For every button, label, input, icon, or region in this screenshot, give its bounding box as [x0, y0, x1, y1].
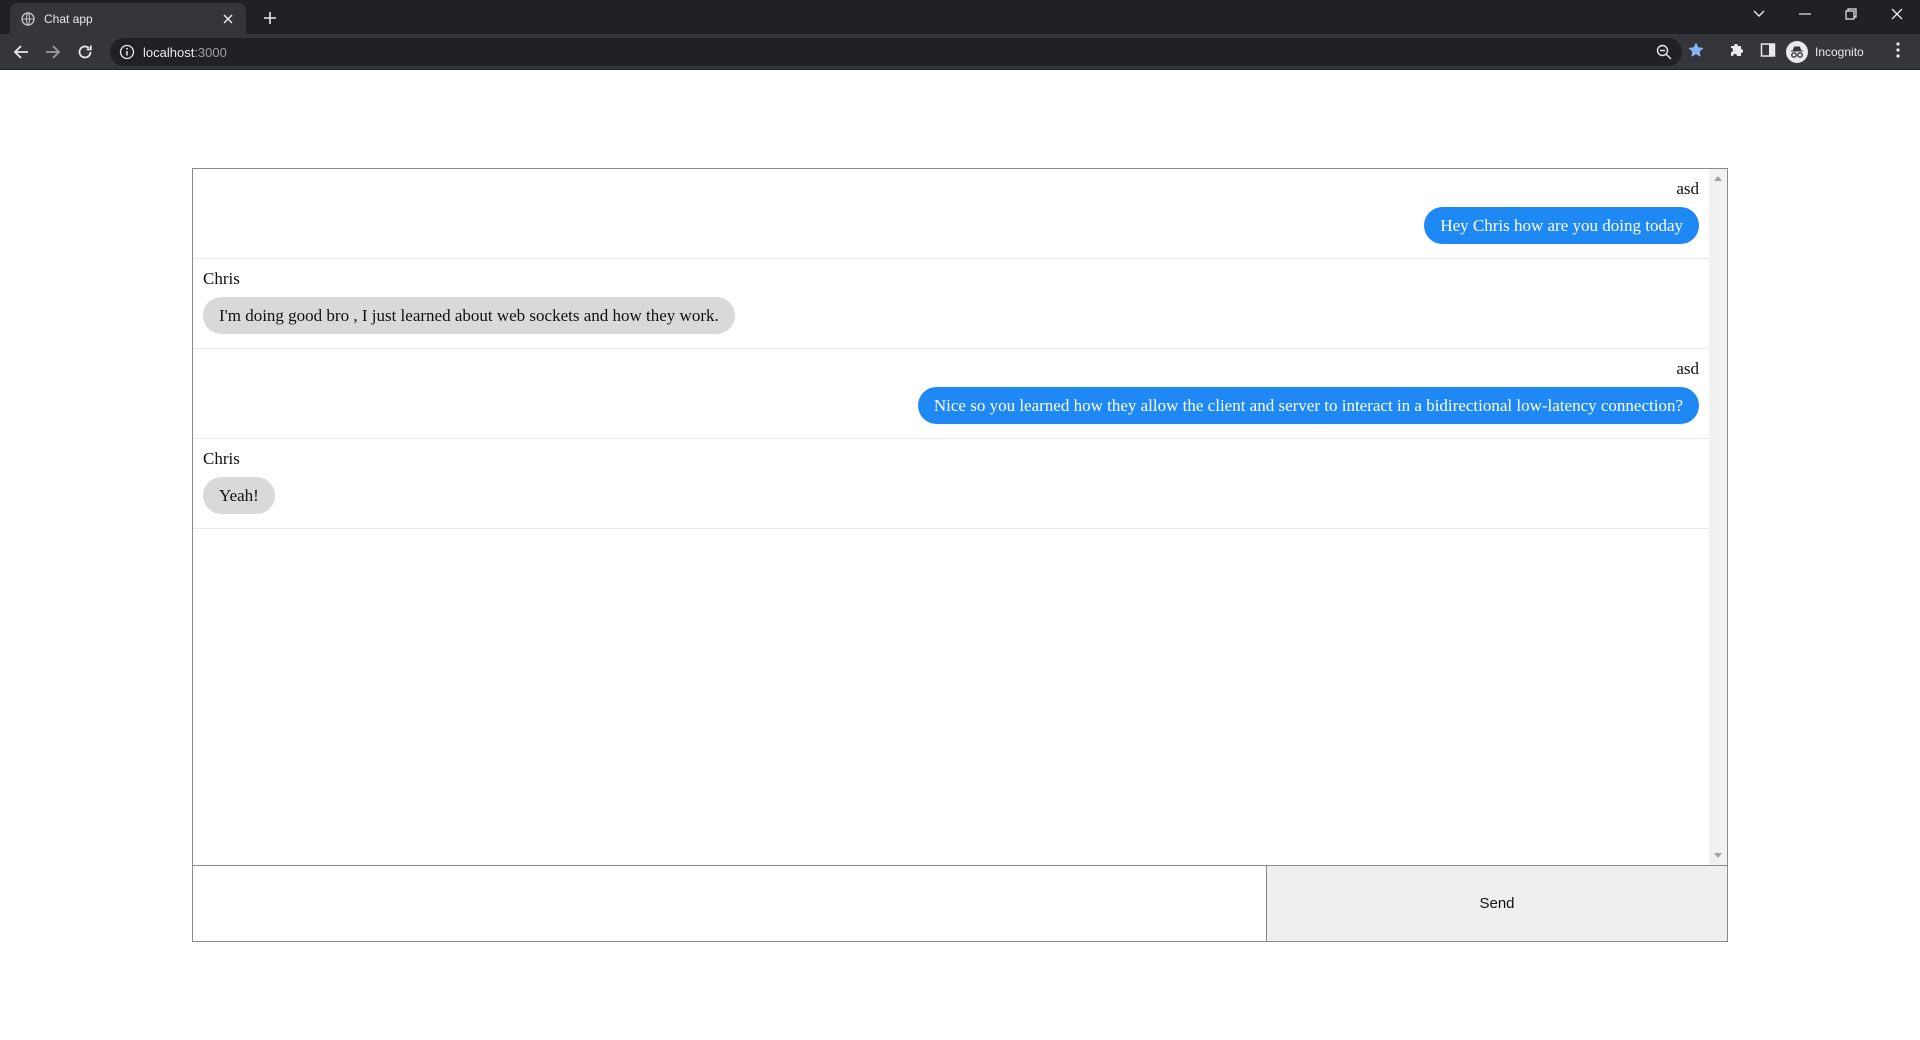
- new-tab-button[interactable]: [260, 8, 280, 28]
- tab-search-chevron-icon[interactable]: [1736, 0, 1782, 28]
- message-sender: asd: [1676, 359, 1699, 378]
- message-bubble: Yeah!: [203, 477, 275, 514]
- message-list-scrollbar[interactable]: [1709, 169, 1727, 865]
- browser-tab[interactable]: Chat app: [10, 3, 246, 34]
- message-bubble: I'm doing good bro , I just learned abou…: [203, 297, 735, 334]
- reload-icon[interactable]: [74, 41, 96, 63]
- message-item: Chris Yeah!: [193, 439, 1709, 529]
- scroll-up-arrow-icon[interactable]: [1714, 176, 1722, 181]
- globe-icon: [21, 11, 35, 26]
- message-item: asd Hey Chris how are you doing today: [193, 169, 1709, 259]
- address-bar[interactable]: localhost:3000: [110, 38, 1682, 66]
- side-panel-icon[interactable]: [1758, 40, 1778, 60]
- tab-title: Chat app: [44, 11, 93, 26]
- browser-toolbar: localhost:3000 Incognito: [0, 34, 1920, 70]
- close-tab-icon[interactable]: [220, 11, 236, 27]
- message-list[interactable]: asd Hey Chris how are you doing today Ch…: [193, 169, 1709, 865]
- message-sender: Chris: [203, 269, 240, 288]
- zoom-icon[interactable]: [1654, 42, 1674, 62]
- scroll-down-arrow-icon[interactable]: [1714, 853, 1722, 858]
- incognito-profile[interactable]: Incognito: [1786, 39, 1864, 65]
- message-sender: asd: [1676, 179, 1699, 198]
- restore-icon[interactable]: [1828, 0, 1874, 28]
- bookmark-star-icon[interactable]: [1686, 40, 1706, 60]
- browser-tabstrip: Chat app: [0, 0, 1920, 34]
- message-item: asd Nice so you learned how they allow t…: [193, 349, 1709, 439]
- url-host: localhost: [143, 44, 195, 60]
- chat-window: asd Hey Chris how are you doing today Ch…: [192, 168, 1728, 942]
- incognito-label: Incognito: [1815, 45, 1864, 59]
- menu-dots-icon[interactable]: [1888, 40, 1908, 60]
- incognito-icon: [1786, 41, 1808, 63]
- site-info-icon[interactable]: [119, 44, 135, 60]
- back-arrow-icon[interactable]: [10, 41, 32, 63]
- send-button[interactable]: Send: [1267, 866, 1727, 941]
- message-input[interactable]: [193, 866, 1267, 941]
- close-window-icon[interactable]: [1874, 0, 1920, 28]
- message-sender: Chris: [203, 449, 240, 468]
- forward-arrow-icon[interactable]: [42, 41, 64, 63]
- message-bubble: Hey Chris how are you doing today: [1424, 207, 1699, 244]
- extensions-puzzle-icon[interactable]: [1726, 40, 1746, 60]
- minimize-icon[interactable]: [1782, 0, 1828, 28]
- message-item: Chris I'm doing good bro , I just learne…: [193, 259, 1709, 349]
- message-composer: Send: [193, 865, 1727, 941]
- message-bubble: Nice so you learned how they allow the c…: [917, 387, 1699, 424]
- url-port: :3000: [194, 44, 227, 60]
